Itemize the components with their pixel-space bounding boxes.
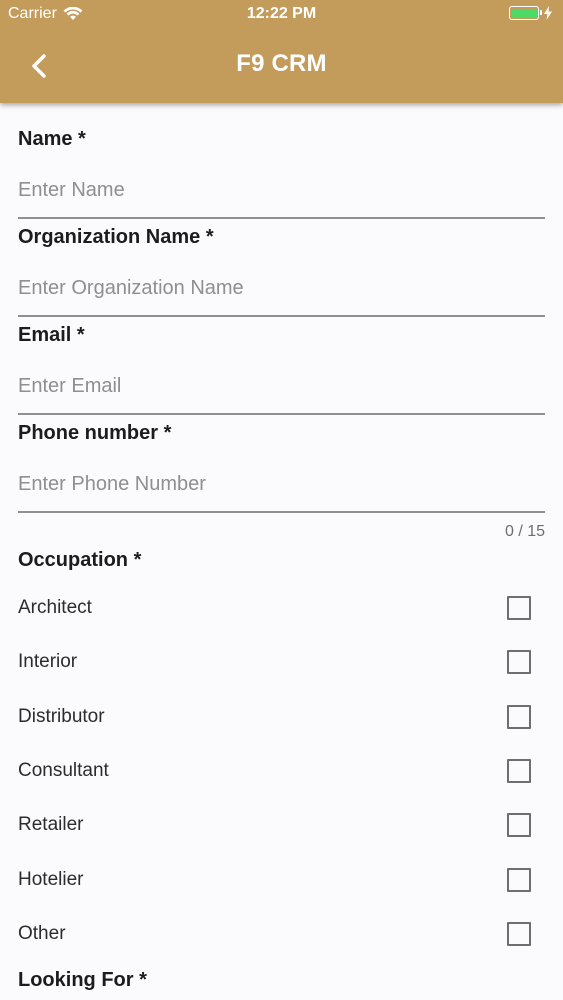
app-bar: Carrier 12:22 PM F9 CRM bbox=[0, 0, 563, 103]
phone-input[interactable] bbox=[18, 469, 545, 499]
option-label: Distributor bbox=[18, 706, 105, 727]
status-time: 12:22 PM bbox=[246, 5, 317, 22]
phone-field: Phone number * bbox=[18, 397, 545, 515]
battery-icon bbox=[509, 6, 542, 20]
status-right bbox=[509, 6, 553, 20]
option-label: Interior bbox=[18, 651, 78, 672]
option-label: Architect bbox=[18, 597, 92, 618]
checkbox[interactable] bbox=[507, 759, 531, 783]
phone-label: Phone number * bbox=[18, 422, 172, 444]
organization-label: Organization Name * bbox=[18, 226, 214, 248]
checkbox[interactable] bbox=[507, 705, 531, 729]
page-title: F9 CRM bbox=[236, 50, 327, 77]
charging-bolt-icon bbox=[544, 6, 552, 20]
phone-underline bbox=[18, 511, 545, 513]
occupation-option-other[interactable]: Other bbox=[18, 914, 545, 954]
occupation-option-interior[interactable]: Interior bbox=[18, 642, 545, 682]
checkbox[interactable] bbox=[507, 922, 531, 946]
occupation-option-architect[interactable]: Architect bbox=[18, 588, 545, 628]
occupation-option-distributor[interactable]: Distributor bbox=[18, 697, 545, 737]
occupation-option-hotelier[interactable]: Hotelier bbox=[18, 860, 545, 900]
option-label: Consultant bbox=[18, 760, 109, 781]
looking-for-label: Looking For * bbox=[18, 969, 147, 991]
status-bar: Carrier 12:22 PM bbox=[0, 0, 563, 30]
phone-char-counter: 0 / 15 bbox=[504, 523, 545, 540]
option-label: Other bbox=[18, 923, 66, 944]
email-label: Email * bbox=[18, 324, 85, 346]
name-label: Name * bbox=[18, 128, 86, 150]
checkbox[interactable] bbox=[507, 650, 531, 674]
option-label: Hotelier bbox=[18, 869, 84, 890]
occupation-label: Occupation * bbox=[18, 549, 142, 571]
option-label: Retailer bbox=[18, 814, 84, 835]
checkbox[interactable] bbox=[507, 813, 531, 837]
occupation-option-consultant[interactable]: Consultant bbox=[18, 751, 545, 791]
occupation-option-retailer[interactable]: Retailer bbox=[18, 805, 545, 845]
checkbox[interactable] bbox=[507, 868, 531, 892]
checkbox[interactable] bbox=[507, 596, 531, 620]
